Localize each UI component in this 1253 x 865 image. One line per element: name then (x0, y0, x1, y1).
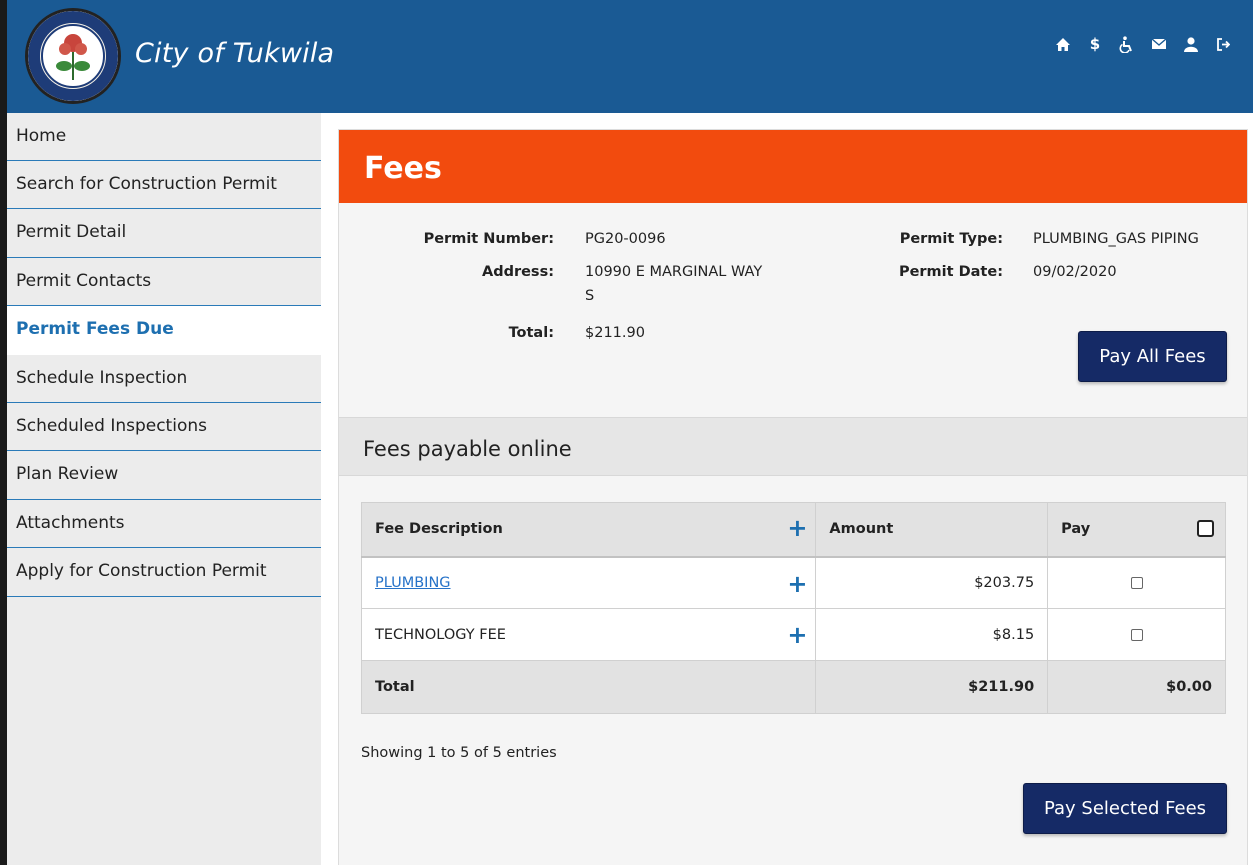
sidebar-item-permit-fees-due[interactable]: Permit Fees Due (7, 306, 321, 355)
section-title-fees-online: Fees payable online (339, 418, 1247, 476)
sidebar-item-scheduled-inspections[interactable]: Scheduled Inspections (7, 402, 321, 452)
fee-description-cell: PLUMBING + (360, 556, 817, 609)
select-all-checkbox[interactable] (1197, 520, 1214, 537)
total-value: $211.90 (585, 325, 645, 341)
sidebar-item-attachments[interactable]: Attachments (7, 499, 321, 549)
fee-description-text: TECHNOLOGY FEE (375, 626, 506, 643)
rose-icon (56, 34, 90, 80)
sidebar-item-permit-detail[interactable]: Permit Detail (7, 209, 321, 258)
fee-pay-cell (1047, 556, 1226, 609)
permit-type-label: Permit Type: (899, 231, 1003, 247)
fee-description-cell: TECHNOLOGY FEE + (360, 608, 817, 661)
dollar-icon[interactable]: $ (1079, 34, 1111, 54)
city-seal-logo[interactable] (25, 8, 121, 104)
address-line2: S (585, 288, 595, 304)
address-line1: 10990 E MARGINAL WAY (585, 264, 763, 280)
fees-table: Fee Description + Amount Pay PLUMBING + … (360, 502, 1226, 714)
permit-type-value: PLUMBING_GAS PIPING (1033, 231, 1199, 247)
table-row: TECHNOLOGY FEE + $8.15 (360, 608, 1226, 661)
fee-amount-cell: $203.75 (815, 556, 1049, 609)
entries-info: Showing 1 to 5 of 5 entries (361, 745, 557, 761)
site-brand[interactable]: City of Tukwila (135, 38, 334, 69)
header-icons: $ (1047, 34, 1239, 54)
permit-number-value: PG20-0096 (585, 231, 666, 247)
column-header-fee-description[interactable]: Fee Description + (360, 502, 817, 558)
sidebar-nav: Home Search for Construction Permit Perm… (7, 113, 321, 865)
expand-row-plus-icon[interactable]: + (787, 623, 807, 647)
sidebar-item-home[interactable]: Home (7, 113, 321, 161)
accessibility-icon[interactable] (1111, 34, 1143, 54)
total-row-pay: $0.00 (1047, 660, 1226, 714)
pay-all-fees-button[interactable]: Pay All Fees (1078, 331, 1227, 382)
permit-number-label: Permit Number: (423, 231, 554, 247)
permit-date-value: 09/02/2020 (1033, 264, 1117, 280)
pay-selected-fees-button[interactable]: Pay Selected Fees (1023, 783, 1227, 834)
user-icon[interactable] (1175, 34, 1207, 54)
pay-checkbox[interactable] (1130, 576, 1143, 589)
total-row-amount: $211.90 (815, 660, 1049, 714)
mail-icon[interactable] (1143, 34, 1175, 54)
total-label: Total: (508, 325, 554, 341)
fee-pay-cell (1047, 608, 1226, 661)
column-header-pay[interactable]: Pay (1047, 502, 1226, 558)
fees-panel: Fees Permit Number: PG20-0096 Address: 1… (338, 129, 1248, 865)
sidebar-item-schedule-inspection[interactable]: Schedule Inspection (7, 354, 321, 403)
sidebar-item-search-permit[interactable]: Search for Construction Permit (7, 161, 321, 210)
page-title: Fees (339, 130, 1247, 203)
permit-date-label: Permit Date: (898, 264, 1003, 280)
expand-all-plus-icon[interactable]: + (787, 516, 807, 540)
home-icon[interactable] (1047, 34, 1079, 54)
fee-amount-cell: $8.15 (815, 608, 1049, 661)
fee-link-plumbing[interactable]: PLUMBING (375, 575, 451, 591)
logout-icon[interactable] (1207, 34, 1239, 54)
column-header-amount[interactable]: Amount (815, 502, 1049, 558)
address-label: Address: (481, 264, 554, 280)
window-edge (0, 0, 7, 865)
pay-checkbox[interactable] (1130, 628, 1143, 641)
column-header-label: Pay (1061, 521, 1091, 538)
total-row-label: Total (360, 660, 817, 714)
expand-row-plus-icon[interactable]: + (787, 572, 807, 596)
sidebar-item-apply-permit[interactable]: Apply for Construction Permit (7, 548, 321, 597)
table-total-row: Total $211.90 $0.00 (360, 660, 1226, 714)
column-header-label: Fee Description (375, 521, 503, 538)
sidebar-item-permit-contacts[interactable]: Permit Contacts (7, 257, 321, 307)
sidebar-item-plan-review[interactable]: Plan Review (7, 451, 321, 500)
permit-info: Permit Number: PG20-0096 Address: 10990 … (339, 203, 1247, 418)
site-header: City of Tukwila $ (7, 0, 1253, 113)
seal-center (41, 24, 105, 88)
table-row: PLUMBING + $203.75 (360, 556, 1226, 609)
